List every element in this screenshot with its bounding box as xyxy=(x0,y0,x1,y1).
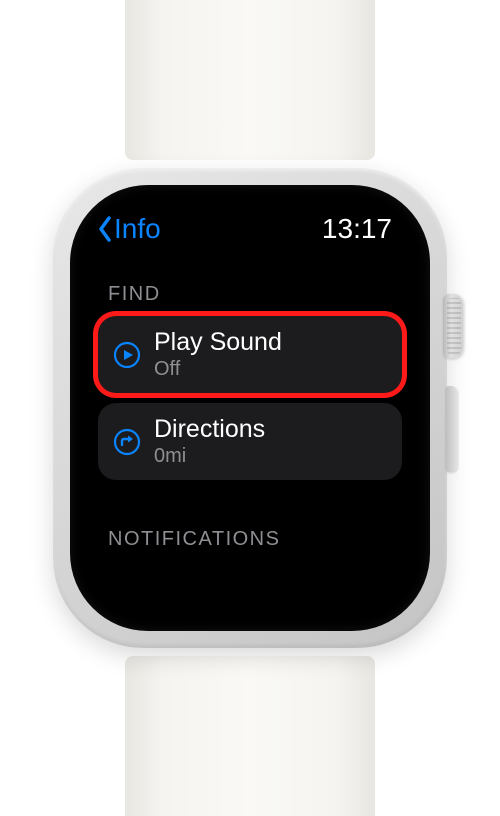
section-header-find: FIND xyxy=(98,275,402,316)
directions-row[interactable]: Directions 0mi xyxy=(98,403,402,480)
chevron-back-icon xyxy=(98,216,112,242)
content-area: FIND Play Sound Off xyxy=(86,251,414,561)
back-button[interactable]: Info xyxy=(98,213,161,245)
watch-case: Info 13:17 FIND Play Sound Off xyxy=(53,168,447,648)
watch-band-top xyxy=(125,0,375,160)
screen-bezel: Info 13:17 FIND Play Sound Off xyxy=(70,185,430,631)
back-label: Info xyxy=(114,213,161,245)
play-sound-row[interactable]: Play Sound Off xyxy=(98,316,402,393)
play-sound-text: Play Sound Off xyxy=(154,328,282,381)
digital-crown[interactable] xyxy=(443,294,463,358)
directions-text: Directions 0mi xyxy=(154,415,265,468)
directions-title: Directions xyxy=(154,415,265,444)
play-sound-title: Play Sound xyxy=(154,328,282,357)
screen: Info 13:17 FIND Play Sound Off xyxy=(86,201,414,615)
watch-band-bottom xyxy=(125,656,375,816)
status-bar: Info 13:17 xyxy=(86,201,414,251)
directions-sub: 0mi xyxy=(154,445,265,468)
directions-circle-icon xyxy=(112,427,142,457)
play-sound-sub: Off xyxy=(154,358,282,381)
play-circle-icon xyxy=(112,340,142,370)
clock-time: 13:17 xyxy=(322,213,392,245)
section-header-notifications: NOTIFICATIONS xyxy=(98,520,402,561)
side-button[interactable] xyxy=(445,386,457,472)
